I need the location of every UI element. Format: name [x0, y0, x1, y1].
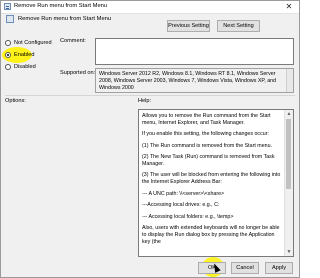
help-paragraph: Also, users with extended keyboards will… [142, 224, 280, 245]
help-text: Allows you to remove the Run command fro… [142, 113, 284, 250]
scroll-up-icon[interactable]: ▲ [285, 110, 293, 118]
radio-button[interactable] [5, 40, 11, 46]
next-setting-button[interactable]: Next Setting [217, 20, 260, 32]
help-paragraph: If you enable this setting, the followin… [142, 131, 269, 138]
apply-button[interactable]: Apply [265, 262, 293, 274]
title-bar: Remove Run menu from Start Menu ✕ [1, 1, 299, 14]
options-label: Options: [5, 98, 26, 104]
setting-icon [6, 15, 14, 23]
comment-label: Comment: [60, 38, 86, 44]
help-paragraph: --- A UNC path: \\<server>\<share> [142, 190, 225, 197]
radio-button[interactable] [5, 64, 11, 70]
policy-setting-dialog: Remove Run menu from Start Menu ✕ Remove… [0, 0, 300, 278]
help-paragraph: (2) The New Task (Run) command is remove… [142, 154, 275, 168]
help-label: Help: [138, 98, 152, 104]
supported-scrollbar[interactable] [286, 69, 293, 92]
radio-not-configured[interactable]: Not Configured [5, 39, 52, 47]
radio-enabled[interactable]: Enabled [5, 51, 35, 59]
radio-button[interactable] [5, 52, 11, 58]
scroll-thumb[interactable] [286, 119, 291, 189]
scroll-down-icon[interactable]: ▼ [285, 248, 293, 256]
previous-setting-button[interactable]: Previous Setting [167, 20, 210, 32]
help-paragraph: Allows you to remove the Run command fro… [142, 113, 271, 126]
radio-label: Not Configured [14, 40, 52, 46]
help-paragraph: (3) The user will be blocked from enteri… [142, 172, 281, 186]
help-scrollbar[interactable]: ▲ ▼ [284, 110, 293, 256]
window-title: Remove Run menu from Start Menu [14, 3, 108, 9]
supported-on-label: Supported on: [60, 70, 96, 76]
supported-on-text: Windows Server 2012 R2, Windows 8.1, Win… [99, 71, 277, 91]
radio-label: Enabled [14, 52, 35, 58]
help-panel: Allows you to remove the Run command fro… [138, 109, 294, 257]
help-paragraph: (1) The Run command is removed from the … [142, 142, 273, 149]
close-icon[interactable]: ✕ [283, 1, 295, 12]
radio-label: Disabled [14, 64, 36, 70]
supported-on-field: Windows Server 2012 R2, Windows 8.1, Win… [95, 68, 294, 93]
divider [5, 95, 295, 96]
help-paragraph: --- Accessing local folders: e.g., \temp… [142, 213, 234, 220]
policy-icon [4, 3, 11, 10]
cancel-button[interactable]: Cancel [231, 262, 259, 274]
radio-disabled[interactable]: Disabled [5, 63, 36, 71]
setting-title: Remove Run menu from Start Menu [18, 16, 112, 22]
help-paragraph: ---Accessing local drives: e.g., C: [142, 202, 220, 209]
comment-field[interactable] [95, 38, 294, 65]
